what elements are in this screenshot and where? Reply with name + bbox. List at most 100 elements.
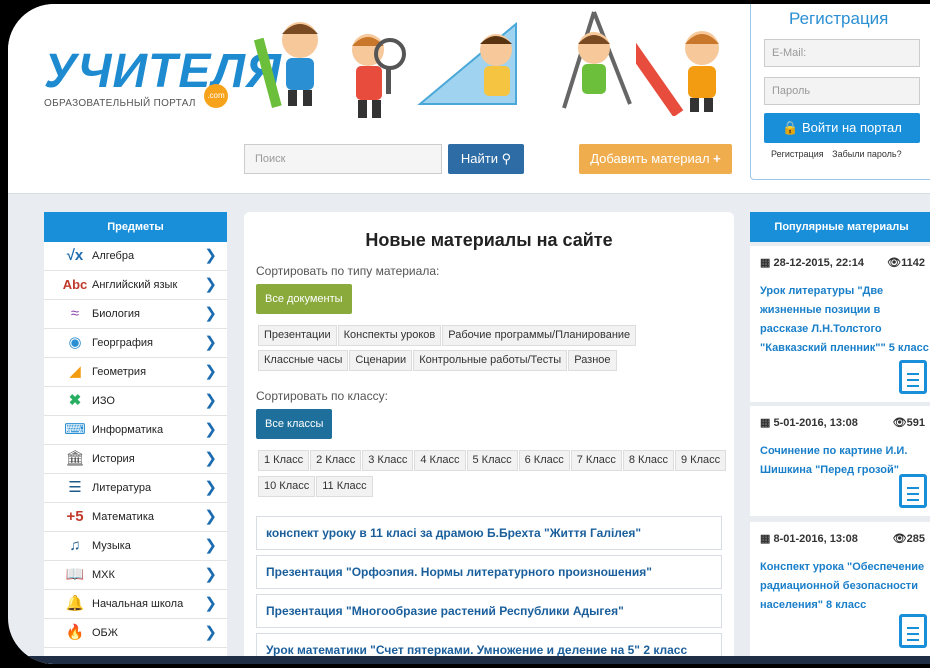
sidebar-item-biology[interactable]: ≈ Биология ❯ (44, 300, 227, 329)
search-input[interactable]: Поиск (244, 144, 442, 174)
class-filter-row-2: 10 Класс 11 Класс (258, 476, 374, 497)
sidebar-item-label: Музыка (92, 540, 131, 552)
class-filter-tag[interactable]: 5 Класс (466, 450, 518, 471)
sidebar-item-label: ОБЖ (92, 627, 118, 639)
type-filter-tag[interactable]: Классные часы (258, 350, 349, 371)
popular-date: ▦ 8-01-2016, 13:08 (760, 532, 858, 545)
book-open-icon: 📖 (65, 566, 85, 583)
class-filter-tag[interactable]: 4 Класс (414, 450, 466, 471)
chevron-right-icon: ❯ (204, 537, 217, 554)
sidebar-item-english[interactable]: Abc Английский язык ❯ (44, 271, 227, 300)
class-filter-tag[interactable]: 2 Класс (310, 450, 362, 471)
register-link[interactable]: Регистрация (771, 149, 824, 159)
calendar-icon: ▦ (760, 257, 774, 269)
popular-title: Популярные материалы (750, 212, 930, 242)
main-content: Новые материалы на сайте Сортировать по … (244, 212, 734, 664)
material-link[interactable]: Презентация "Многообразие растений Респу… (256, 594, 722, 628)
sidebar-item-primary-school[interactable]: 🔔 Начальная школа ❯ (44, 590, 227, 619)
popular-item-title[interactable]: Конспект урока "Обеспечение радиационной… (760, 558, 930, 615)
chevron-right-icon: ❯ (204, 334, 217, 351)
kid-compass-illustration (562, 11, 632, 109)
class-filter-tag[interactable]: 8 Класс (622, 450, 674, 471)
sidebar-item-label: ИЗО (92, 395, 115, 407)
paint-tools-icon: ✖ (68, 392, 82, 409)
fire-icon: 🔥 (65, 624, 85, 641)
type-filter-tag[interactable]: Сценарии (349, 350, 413, 371)
views-count: 1142 (901, 257, 925, 269)
material-link[interactable]: конспект уроку в 11 класі за драмою Б.Бр… (256, 516, 722, 550)
type-filter-tag[interactable]: Разное (568, 350, 617, 371)
type-filter-tag[interactable]: Рабочие программы/Планирование (442, 325, 637, 346)
type-filter-tag[interactable]: Презентации (258, 325, 337, 346)
books-icon: ☰ (68, 479, 82, 496)
chevron-right-icon: ❯ (204, 450, 217, 467)
sidebar-item-label: Георграфия (92, 337, 153, 349)
kid-pencil-illustration (253, 22, 318, 108)
page-title: Новые материалы на сайте (365, 230, 613, 250)
popular-item[interactable]: ▦ 5-01-2016, 13:08 👁591 Сочинение по кар… (750, 406, 930, 516)
document-icon (899, 614, 927, 648)
sidebar-item-literature[interactable]: ☰ Литература ❯ (44, 474, 227, 503)
chevron-right-icon: ❯ (204, 363, 217, 380)
calendar-icon: ▦ (760, 417, 774, 429)
sidebar-item-music[interactable]: ♫ Музыка ❯ (44, 532, 227, 561)
all-documents-button[interactable]: Все документы (256, 284, 352, 314)
login-button-label: Войти на портал (801, 120, 902, 135)
abc-icon: Abc (62, 277, 88, 292)
chevron-right-icon: ❯ (204, 421, 217, 438)
document-icon (899, 360, 927, 394)
browser-viewport: УЧИТЕЛЯ ОБРАЗОВАТЕЛЬНЫЙ ПОРТАЛ .com Поис… (8, 4, 930, 664)
sidebar-item-mhk[interactable]: 📖 МХК ❯ (44, 561, 227, 590)
chevron-right-icon: ❯ (204, 624, 217, 641)
add-material-label: Добавить материал (590, 151, 710, 166)
sidebar-item-math[interactable]: +5 Математика ❯ (44, 503, 227, 532)
class-filter-tag[interactable]: 6 Класс (518, 450, 570, 471)
chevron-right-icon: ❯ (204, 595, 217, 612)
popular-item[interactable]: ▦ 8-01-2016, 13:08 👁285 Конспект урока "… (750, 522, 930, 664)
sidebar-item-informatics[interactable]: ⌨ Информатика ❯ (44, 416, 227, 445)
password-field[interactable]: Пароль (764, 77, 920, 105)
class-filter-tag[interactable]: 3 Класс (362, 450, 414, 471)
material-link[interactable]: Презентация "Орфоэпия. Нормы литературно… (256, 555, 722, 589)
popular-item[interactable]: ▦ 28-12-2015, 22:14 👁1142 Урок литератур… (750, 246, 930, 402)
sidebar-item-history[interactable]: 🏛 История ❯ (44, 445, 227, 474)
class-filter-tag[interactable]: 1 Класс (258, 450, 310, 471)
dna-icon: ≈ (70, 305, 80, 322)
type-filter-tag[interactable]: Конспекты уроков (337, 325, 442, 346)
all-classes-button[interactable]: Все классы (256, 409, 333, 439)
sidebar-item-label: Математика (92, 511, 154, 523)
popular-date: ▦ 5-01-2016, 13:08 (760, 416, 858, 429)
eye-icon: 👁 (887, 257, 902, 269)
search-button-label: Найти (460, 151, 498, 166)
login-panel: Регистрация E-Mail: Пароль 🔒 Войти на по… (750, 4, 930, 180)
forgot-password-link[interactable]: Забыли пароль? (832, 149, 901, 159)
sidebar-item-izo[interactable]: ✖ ИЗО ❯ (44, 387, 227, 416)
chevron-right-icon: ❯ (204, 479, 217, 496)
sidebar-item-geometry[interactable]: ◢ Геометрия ❯ (44, 358, 227, 387)
add-material-button[interactable]: Добавить материал + (579, 144, 732, 174)
sqrt-icon: √x (66, 247, 84, 264)
login-button[interactable]: 🔒 Войти на портал (764, 113, 920, 143)
class-filter-tag[interactable]: 7 Класс (570, 450, 622, 471)
class-filter-tag[interactable]: 9 Класс (675, 450, 727, 471)
sidebar-item-obzh[interactable]: 🔥 ОБЖ ❯ (44, 619, 227, 648)
search-button[interactable]: Найти ⚲ (448, 144, 524, 174)
document-icon (899, 474, 927, 508)
sidebar-item-label: Геометрия (92, 366, 147, 378)
popular-materials-panel: Популярные материалы ▦ 28-12-2015, 22:14… (750, 212, 930, 664)
class-filter-tag[interactable]: 10 Класс (258, 476, 316, 497)
lock-icon: 🔒 (782, 120, 799, 135)
popular-views: 👁1142 (887, 256, 925, 269)
email-field[interactable]: E-Mail: (764, 39, 920, 67)
site-header: УЧИТЕЛЯ ОБРАЗОВАТЕЛЬНЫЙ ПОРТАЛ .com Поис… (8, 4, 930, 194)
type-filter-tag[interactable]: Контрольные работы/Тесты (413, 350, 568, 371)
popular-item-title[interactable]: Урок литературы "Две жизненные позиции в… (760, 282, 930, 358)
class-filter-row-1: 1 Класс 2 Класс 3 Класс 4 Класс 5 Класс 6 Кла… (258, 450, 727, 471)
popular-views: 👁591 (893, 416, 925, 429)
class-filter-tag[interactable]: 11 Класс (316, 476, 373, 497)
kid-triangle-illustration (417, 21, 517, 105)
views-count: 285 (906, 533, 925, 545)
sidebar-item-algebra[interactable]: √x Алгебра ❯ (44, 242, 227, 271)
sidebar-item-geography[interactable]: ◉ Георграфия ❯ (44, 329, 227, 358)
plus-five-icon: +5 (66, 508, 84, 525)
